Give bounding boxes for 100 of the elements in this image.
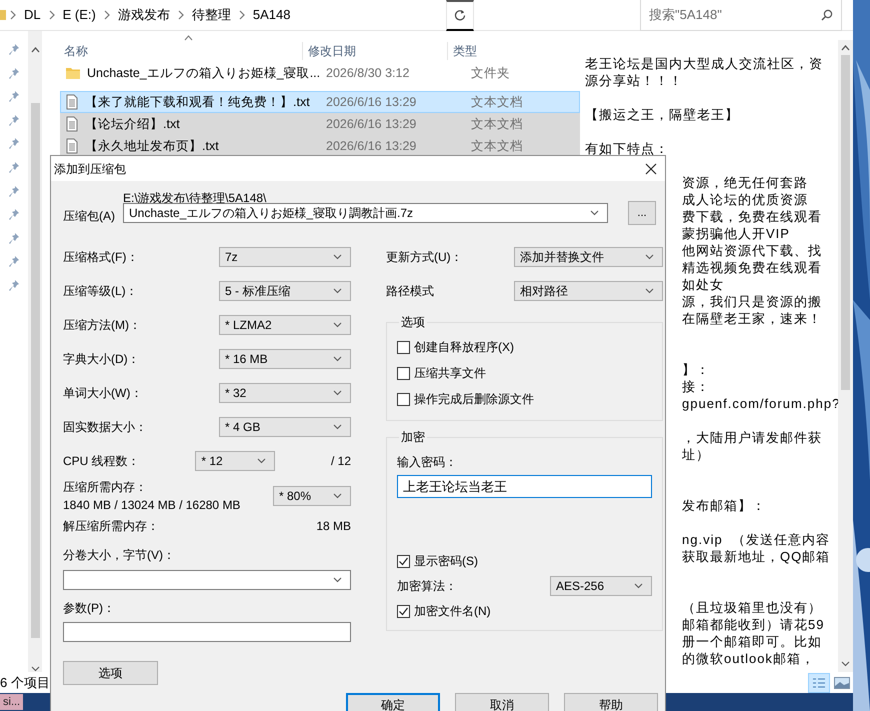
scrollbar-thumb[interactable] — [841, 55, 850, 390]
field-label: 压缩所需内存： — [63, 479, 148, 496]
field-label: 路径模式 — [386, 283, 434, 300]
preview-text-line: 【搬运之王，隔壁老王】 — [585, 107, 739, 122]
checkbox[interactable] — [397, 604, 410, 618]
dropdown[interactable]: * 16 MB — [219, 349, 351, 369]
field-label: 压缩格式(F)： — [63, 249, 138, 266]
scrollbar[interactable] — [838, 40, 853, 672]
archive-path: E:\游戏发布\待整理\5A148\ — [123, 190, 268, 203]
dropdown[interactable]: 相对路径 — [514, 281, 663, 301]
preview-text-line: 册一个邮箱即可。比如 — [682, 634, 822, 649]
file-type: 文件夹 — [470, 64, 511, 82]
dialog-button[interactable]: 确定 — [346, 693, 440, 711]
checkbox-label[interactable]: 操作完成后删除源文件 — [414, 390, 534, 408]
checkbox-label[interactable]: 压缩共享文件 — [414, 364, 486, 382]
pin-icon — [8, 90, 20, 104]
group-title: 选项 — [400, 316, 426, 328]
group-title: 加密 — [400, 431, 426, 443]
file-row[interactable]: 【永久地址发布页】.txt 2026/6/16 13:29 文本文档 — [60, 135, 580, 157]
file-row[interactable]: Unchaste_エルフの箱入りお姫様_寝取... 2026/8/30 3:12 文件夹 — [60, 62, 580, 84]
file-date: 2026/6/16 13:29 — [325, 116, 418, 133]
checkbox[interactable] — [397, 366, 410, 380]
preview-view-icon[interactable] — [834, 676, 850, 688]
options-button[interactable]: 选项 — [63, 661, 158, 685]
pin-icon — [8, 184, 20, 199]
refresh-icon — [454, 9, 466, 21]
details-view-button[interactable] — [808, 672, 830, 692]
preview-text-line: 老王论坛是国内大型成人交流社区，资 — [585, 56, 823, 71]
search-field[interactable]: 搜索"5A148" — [640, 0, 842, 30]
pin-icon — [8, 66, 20, 81]
scroll-up-icon[interactable] — [841, 45, 850, 51]
dropdown[interactable]: * 12 — [195, 451, 276, 471]
field-label: 输入密码： — [397, 454, 458, 471]
preview-text-line: 址） — [682, 447, 710, 462]
field-label: 固实数据大小： — [63, 419, 147, 436]
dropdown-chevron-icon — [333, 254, 342, 260]
details-view-icon — [812, 676, 826, 688]
scroll-up-icon[interactable] — [30, 47, 40, 53]
column-header[interactable]: 名称 — [42, 42, 302, 60]
dropdown-chevron-icon — [333, 424, 342, 430]
preview-text-line: 在隔壁老王家，速来！ — [682, 311, 822, 326]
breadcrumb-item[interactable]: 待整理 — [188, 5, 235, 25]
decompress-memory: 18 MB — [316, 518, 351, 535]
pin-icon — [8, 208, 20, 222]
dropdown[interactable]: AES-256 — [550, 576, 652, 596]
dropdown[interactable]: * 80% — [273, 486, 351, 506]
file-type: 文本文档 — [470, 116, 524, 133]
browse-button[interactable]: ... — [628, 201, 656, 225]
preview-text-line: 源分享站！！！ — [585, 73, 683, 88]
file-name: 【来了就能下载和观看！纯免费！】.txt — [85, 94, 310, 111]
field-label: 压缩等级(L)： — [63, 283, 138, 300]
dropdown[interactable]: 添加并替换文件 — [514, 247, 663, 267]
checkbox[interactable] — [397, 554, 410, 568]
breadcrumb-item[interactable]: DL — [20, 5, 45, 25]
dropdown-chevron-icon — [257, 458, 266, 464]
dropdown-chevron-icon — [333, 356, 342, 362]
dialog-button[interactable]: 帮助 — [564, 693, 658, 711]
dialog-button[interactable]: 取消 — [455, 693, 549, 711]
dropdown[interactable]: * 32 — [219, 383, 351, 403]
preview-text-line: ng.vip （发送任意内容 — [682, 532, 830, 547]
file-row[interactable]: 【论坛介绍】.txt 2026/6/16 13:29 文本文档 — [60, 113, 580, 135]
checkbox[interactable] — [397, 340, 410, 354]
dropdown[interactable]: * 4 GB — [219, 417, 351, 437]
pin-icon — [8, 43, 20, 57]
scrollbar-thumb[interactable] — [30, 103, 40, 638]
scroll-down-icon[interactable] — [841, 661, 850, 667]
archive-name-field[interactable]: Unchaste_エルフの箱入りお姫様_寝取り調教計画.7z — [123, 203, 608, 223]
search-icon — [820, 8, 833, 20]
pin-icon — [8, 255, 20, 270]
dropdown[interactable]: 5 - 标准压缩 — [219, 281, 351, 301]
dropdown[interactable]: 7z — [219, 247, 351, 267]
parameters-field[interactable] — [63, 622, 351, 642]
folder-icon — [65, 66, 81, 80]
file-type: 文本文档 — [470, 94, 524, 111]
column-header[interactable]: 修改日期 — [302, 42, 447, 60]
breadcrumb-item[interactable]: 5A148 — [248, 5, 294, 25]
checkbox-label[interactable]: 创建自释放程序(X) — [414, 338, 514, 356]
file-row[interactable]: 【来了就能下载和观看！纯免费！】.txt 2026/6/16 13:29 文本文档 — [60, 91, 580, 113]
pin-icon — [8, 160, 20, 175]
field-label: 加密算法： — [397, 578, 457, 595]
scroll-down-icon[interactable] — [30, 666, 40, 672]
scrollbar[interactable] — [28, 31, 42, 672]
preview-text-line: 发布邮箱】： — [682, 498, 766, 513]
checkbox[interactable] — [397, 392, 410, 406]
volume-size-field[interactable] — [63, 570, 351, 590]
column-header[interactable]: 类型 — [447, 42, 580, 60]
sort-caret-icon — [184, 35, 193, 41]
field-label: 更新方式(U)： — [386, 249, 463, 266]
text-file-icon — [65, 116, 79, 132]
dropdown[interactable]: * LZMA2 — [219, 315, 351, 335]
field-label: 字典大小(D)： — [63, 351, 140, 368]
refresh-button[interactable] — [446, 0, 474, 30]
checkbox-label[interactable]: 显示密码(S) — [414, 552, 478, 570]
preview-text-line: 邮箱都能收到）请花59 — [682, 617, 824, 632]
breadcrumb-item[interactable]: 游戏发布 — [114, 5, 174, 25]
file-date: 2026/6/16 13:29 — [325, 94, 418, 111]
taskbar-item[interactable]: si... — [0, 694, 24, 710]
password-field[interactable]: 上老王论坛当老王 — [397, 475, 652, 498]
breadcrumb-item[interactable]: E (E:) — [58, 5, 100, 25]
checkbox-label[interactable]: 加密文件名(N) — [414, 602, 491, 620]
